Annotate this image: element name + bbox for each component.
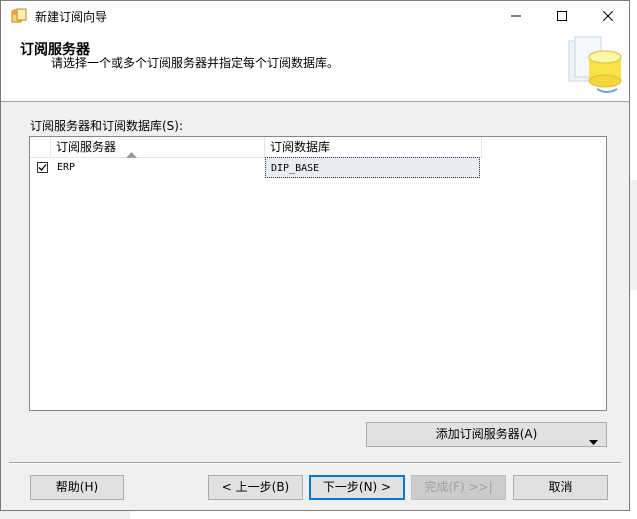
column-header-subscriber[interactable]: 订阅服务器 (51, 137, 265, 158)
page-subtitle: 请选择一个或多个订阅服务器并指定每个订阅数据库。 (51, 56, 340, 70)
row-checkbox[interactable] (37, 162, 48, 173)
back-button[interactable]: < 上一步(B) (208, 475, 303, 500)
cancel-button[interactable]: 取消 (513, 475, 608, 500)
wizard-header: 订阅服务器 请选择一个或多个订阅服务器并指定每个订阅数据库。 (1, 31, 629, 102)
close-button[interactable] (585, 1, 631, 31)
close-icon (603, 11, 613, 21)
help-button[interactable]: 帮助(H) (30, 475, 124, 500)
footer-divider (9, 462, 621, 464)
next-button[interactable]: 下一步(N) > (309, 475, 405, 500)
window-title: 新建订阅向导 (35, 10, 108, 24)
row-checkbox-cell[interactable] (30, 157, 51, 178)
wizard-window: 新建订阅向导 订阅服务器 请选择一个或多个订阅服务器并指定每个订阅数据库。 订阅 (0, 0, 630, 511)
minimize-button[interactable] (493, 1, 539, 31)
grid-label: 订阅服务器和订阅数据库(S): (30, 119, 184, 133)
column-header-subscriber-label: 订阅服务器 (56, 140, 117, 154)
add-subscriber-button[interactable]: 添加订阅服务器(A) (366, 422, 607, 447)
subscription-database-cell[interactable]: DIP_BASE (265, 157, 480, 178)
checkmark-icon (38, 164, 47, 171)
background-app-bottom (0, 511, 130, 519)
grid-header: 订阅服务器 订阅数据库 (30, 137, 482, 158)
minimize-icon (511, 15, 521, 17)
subscriber-grid[interactable]: 订阅服务器 订阅数据库 ERP DIP_BASE (29, 136, 607, 411)
subscriber-cell[interactable]: ERP (51, 157, 265, 178)
maximize-button[interactable] (539, 1, 585, 31)
wizard-app-icon (11, 8, 27, 24)
dropdown-arrow-icon (589, 431, 598, 454)
background-app-right (630, 180, 637, 290)
title-bar[interactable]: 新建订阅向导 (1, 1, 629, 31)
database-cylinder-icon (567, 35, 625, 97)
table-row[interactable]: ERP DIP_BASE (30, 157, 482, 178)
maximize-icon (557, 11, 567, 21)
add-subscriber-label: 添加订阅服务器(A) (435, 427, 538, 441)
column-header-database-label: 订阅数据库 (270, 140, 331, 154)
checkbox-column-header (30, 137, 51, 157)
column-header-database[interactable]: 订阅数据库 (265, 137, 482, 157)
finish-button[interactable]: 完成(F) >>| (411, 475, 506, 500)
